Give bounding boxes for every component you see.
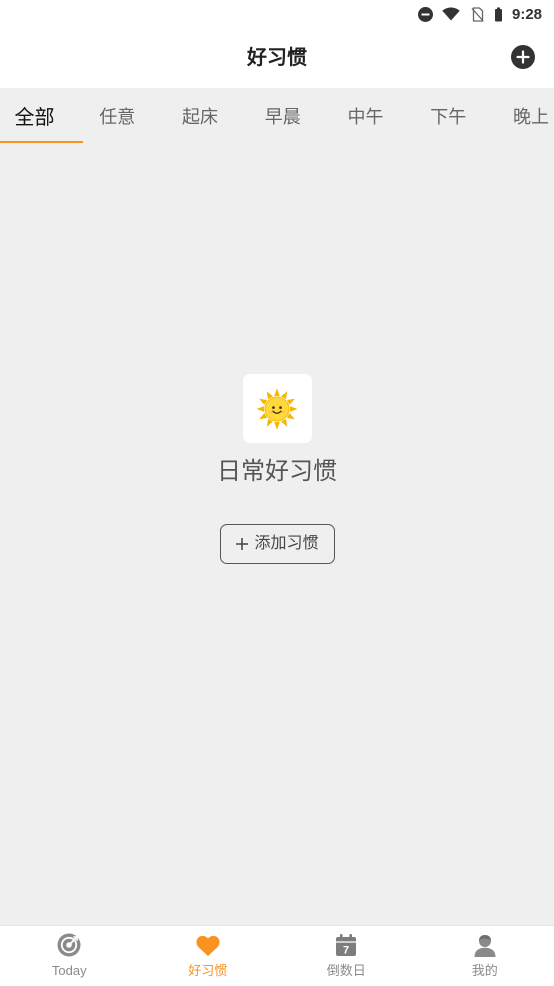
heart-icon	[196, 935, 220, 956]
plus-circle-icon	[511, 45, 535, 69]
tab-label: 任意	[99, 106, 136, 127]
nav-item-countdown[interactable]: 7 倒数日	[277, 926, 416, 986]
category-tabs: 全部 任意 起床 早晨 中午 下午 晚上	[0, 88, 554, 143]
nav-item-good-habits[interactable]: 好习惯	[139, 926, 278, 986]
page-title: 好习惯	[247, 47, 307, 69]
tab-label: 中午	[347, 106, 384, 127]
bottom-navigation: Today 好习惯 7 倒数日 我的	[0, 925, 554, 986]
status-time: 9:28	[512, 6, 543, 23]
battery-icon	[495, 7, 502, 22]
tab-evening[interactable]: 晚上	[510, 88, 552, 143]
sun-icon	[256, 387, 298, 430]
add-habit-button-label: 添加习惯	[254, 535, 319, 552]
tab-label: 晚上	[513, 106, 549, 127]
nav-label: Today	[51, 963, 87, 978]
calendar-icon-digit: 7	[343, 945, 349, 957]
person-icon	[474, 935, 496, 957]
tab-all[interactable]: 全部	[14, 88, 56, 143]
add-habit-button[interactable]: 添加习惯	[219, 524, 335, 564]
calendar-icon: 7	[336, 934, 357, 957]
empty-state: 日常好习惯 添加习惯	[0, 374, 554, 564]
nav-label: 倒数日	[326, 963, 366, 978]
tab-label: 下午	[430, 106, 467, 127]
tab-noon[interactable]: 中午	[345, 88, 387, 143]
tab-label: 全部	[14, 107, 55, 129]
tab-label: 早晨	[264, 106, 301, 127]
do-not-disturb-icon	[418, 7, 433, 22]
target-icon	[57, 933, 81, 957]
tab-afternoon[interactable]: 下午	[427, 88, 469, 143]
tab-wake-up[interactable]: 起床	[179, 88, 221, 143]
nav-label: 我的	[471, 963, 498, 978]
tab-anytime[interactable]: 任意	[96, 88, 138, 143]
add-habit-header-button[interactable]	[511, 45, 535, 69]
tab-morning[interactable]: 早晨	[262, 88, 304, 143]
nav-item-today[interactable]: Today	[0, 926, 139, 986]
wifi-icon	[442, 7, 460, 21]
no-sim-icon	[471, 7, 484, 22]
app-header: 好习惯	[0, 30, 554, 88]
status-bar: 9:28	[0, 0, 554, 30]
plus-icon	[236, 538, 249, 550]
tab-selected-indicator	[0, 141, 83, 143]
empty-state-title: 日常好习惯	[217, 458, 337, 485]
nav-item-profile[interactable]: 我的	[416, 926, 554, 986]
nav-label: 好习惯	[188, 963, 228, 978]
tab-label: 起床	[182, 106, 218, 127]
empty-state-icon-box	[242, 374, 312, 443]
